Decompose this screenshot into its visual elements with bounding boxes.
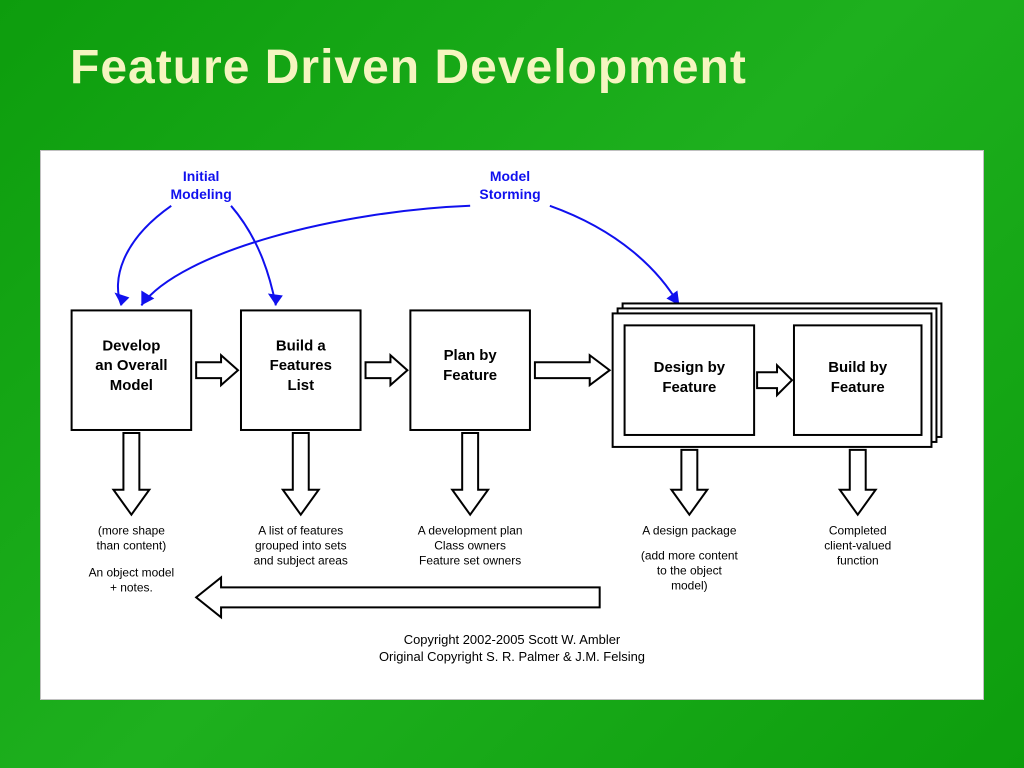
label-model-storming-l1: Model [490,168,530,184]
box2-l1: Build a [276,337,326,354]
out4-l4: model) [671,578,708,592]
box1-l2: an Overall [95,357,167,374]
box1-l1: Develop [102,337,160,354]
feedback-arrow [196,577,600,617]
box1-l3: Model [110,377,153,394]
arrow-initial-to-box1 [118,206,171,306]
slide-title: Feature Driven Development [0,0,1024,95]
arrow-1-2 [196,355,238,385]
arrow-storming-to-box1 [141,206,470,306]
box3-l2: Feature [443,367,497,384]
arrow-initial-to-box2 [231,206,276,306]
fdd-diagram-svg: Initial Modeling Model Storming Develop … [41,151,983,699]
out4-l1: A design package [642,524,737,538]
out1-l4: + notes. [110,580,153,594]
box5-l1: Build by [828,359,888,376]
out5-l3: function [837,553,879,567]
arrow-down-5 [840,450,876,515]
box4-l1: Design by [654,359,726,376]
label-initial-modeling-l1: Initial [183,168,219,184]
label-model-storming-l2: Storming [479,186,540,202]
box3-l1: Plan by [444,347,498,364]
label-initial-modeling-l2: Modeling [171,186,232,202]
out4-l2: (add more content [641,549,739,563]
arrowhead-initial-left [114,292,129,305]
arrow-down-4 [671,450,707,515]
out1-l2: than content) [97,539,167,553]
arrow-down-1 [113,433,149,515]
box5-l2: Feature [831,379,885,396]
arrow-storming-to-box4 [550,206,680,306]
out2-l3: and subject areas [254,553,348,567]
out1-l1: (more shape [98,524,165,538]
out3-l2: Class owners [434,539,506,553]
out5-l1: Completed [829,524,887,538]
out1-l3: An object model [89,565,175,579]
copyright-l1: Copyright 2002-2005 Scott W. Ambler [404,632,621,647]
copyright-l2: Original Copyright S. R. Palmer & J.M. F… [379,649,645,664]
box4-l2: Feature [662,379,716,396]
out5-l2: client-valued [824,539,891,553]
out3-l1: A development plan [418,524,523,538]
arrow-down-3 [452,433,488,515]
arrow-2-3 [366,355,408,385]
arrow-3-group [535,355,610,385]
out3-l3: Feature set owners [419,553,521,567]
diagram-panel: Initial Modeling Model Storming Develop … [40,150,984,700]
arrowhead-initial-right [268,293,283,305]
box2-l3: List [287,377,314,394]
box2-l2: Features [270,357,332,374]
out2-l1: A list of features [258,524,343,538]
arrow-down-2 [283,433,319,515]
out4-l3: to the object [657,563,723,577]
out2-l2: grouped into sets [255,539,347,553]
